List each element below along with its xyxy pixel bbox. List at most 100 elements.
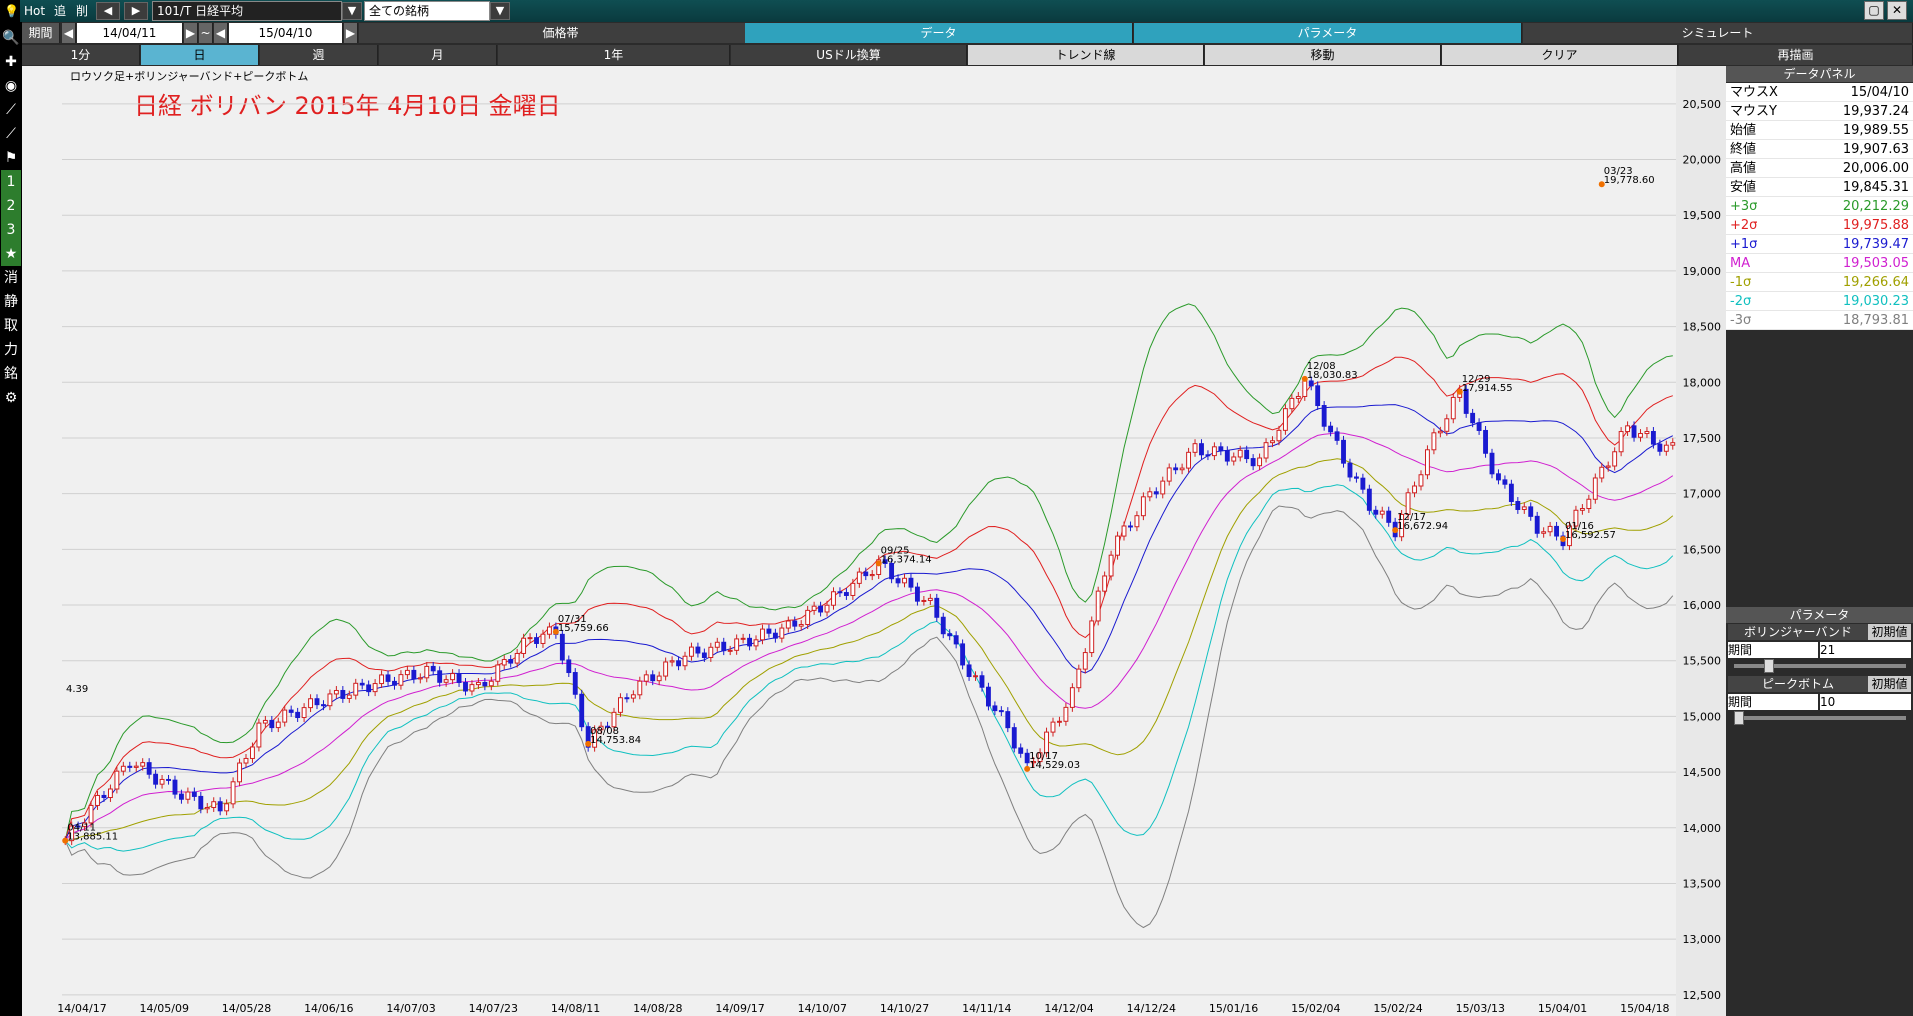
candle <box>663 661 669 677</box>
candle <box>1302 380 1308 397</box>
redraw-button[interactable]: 再描画 <box>1679 45 1913 65</box>
next-symbol-icon[interactable]: ▶ <box>124 2 148 20</box>
flag-icon[interactable]: ⚑ <box>1 146 21 170</box>
line-icon[interactable]: ⟋ <box>1 98 21 122</box>
search-icon[interactable]: 🔍 <box>1 26 21 50</box>
group-select[interactable]: 全ての銘柄 <box>364 1 490 21</box>
candle <box>1173 467 1179 471</box>
x-tick-label: 14/07/03 <box>386 1002 435 1015</box>
bb-label: ボリンジャーバンド <box>1728 624 1868 640</box>
gear-icon[interactable]: ⚙ <box>1 386 21 410</box>
date2-next-icon[interactable]: ▶ <box>344 23 358 43</box>
data-panel-row: 高値 20,006.00 <box>1726 159 1913 178</box>
candle <box>669 660 675 663</box>
bb-reset-button[interactable]: 初期値 <box>1868 624 1911 640</box>
candle <box>340 689 346 699</box>
static-icon[interactable]: 静 <box>1 290 21 314</box>
tab-monthly[interactable]: 月 <box>379 45 497 65</box>
bb-slider[interactable] <box>1734 659 1906 673</box>
tab-daily[interactable]: 日 <box>141 45 259 65</box>
line2-icon[interactable]: ⟋ <box>1 122 21 146</box>
candle <box>1211 446 1217 457</box>
bulb-icon[interactable]: 💡 <box>0 0 20 22</box>
candle <box>411 669 417 680</box>
candle <box>1605 465 1611 468</box>
pb-reset-button[interactable]: 初期値 <box>1868 676 1911 692</box>
power-icon[interactable]: 力 <box>1 338 21 362</box>
pb-slider[interactable] <box>1734 711 1906 725</box>
x-tick-label: 14/05/09 <box>140 1002 189 1015</box>
tab-weekly[interactable]: 週 <box>260 45 378 65</box>
symbol-field[interactable]: 101/T 日経平均 <box>152 1 342 21</box>
candle <box>1295 395 1301 399</box>
slot-3-icon[interactable]: 3 <box>1 218 21 242</box>
candle <box>1502 479 1508 485</box>
date-next-icon[interactable]: ▶ <box>184 23 198 43</box>
y-tick-label: 16,000 <box>1683 599 1722 612</box>
band-line <box>65 458 1674 842</box>
candle <box>1289 397 1295 410</box>
delete-button[interactable]: 削 <box>72 0 92 22</box>
peak-value: 17,914.55 <box>1462 383 1513 394</box>
candle <box>1625 425 1631 433</box>
candle <box>224 803 230 812</box>
tab-price-range[interactable]: 価格帯 <box>359 23 763 43</box>
pb-period-input[interactable]: 10 <box>1820 694 1911 710</box>
date-to-field[interactable]: 15/04/10 <box>229 23 343 43</box>
star-icon[interactable]: ★ <box>1 242 21 266</box>
tab-simulate[interactable]: シミュレート <box>1523 23 1913 43</box>
candle <box>230 781 236 805</box>
bb-period-input[interactable]: 21 <box>1820 642 1911 658</box>
pb-label: ピークボトム <box>1728 676 1868 692</box>
erase-icon[interactable]: 消 <box>1 266 21 290</box>
chevron-down-icon[interactable]: ▼ <box>342 2 362 20</box>
candle <box>392 680 397 686</box>
candle <box>740 637 746 640</box>
candle <box>1528 506 1534 517</box>
candle <box>372 683 378 693</box>
slot-2-icon[interactable]: 2 <box>1 194 21 218</box>
candle <box>843 592 849 596</box>
prev-symbol-icon[interactable]: ◀ <box>96 2 120 20</box>
group-chevron-down-icon[interactable]: ▼ <box>490 2 510 20</box>
stock-icon[interactable]: 銘 <box>1 362 21 386</box>
y-tick-label: 14,500 <box>1683 766 1722 779</box>
tab-data[interactable]: データ <box>745 23 1133 43</box>
tab-1min[interactable]: 1分 <box>22 45 140 65</box>
candle <box>643 674 649 682</box>
pb-slider-handle[interactable] <box>1734 711 1744 725</box>
maximize-icon[interactable]: ▢ <box>1864 1 1884 20</box>
date-prev-icon[interactable]: ◀ <box>62 23 76 43</box>
add-button[interactable]: 追 <box>50 0 70 22</box>
candle <box>979 675 985 688</box>
clear-button[interactable]: クリア <box>1442 45 1678 65</box>
candle <box>572 672 578 695</box>
tab-usd[interactable]: USドル換算 <box>731 45 967 65</box>
candle <box>1425 449 1430 476</box>
bb-slider-handle[interactable] <box>1764 659 1774 673</box>
chart-area[interactable]: ロウソク足+ボリンジャーバンド+ピークボトム 日経 ボリバン 2015年 4月1… <box>22 66 1726 1016</box>
y-tick-label: 19,000 <box>1683 265 1722 278</box>
candle <box>1483 429 1488 454</box>
trendline-button[interactable]: トレンド線 <box>968 45 1204 65</box>
slot-1-icon[interactable]: 1 <box>1 170 21 194</box>
date-from-field[interactable]: 14/04/11 <box>77 23 183 43</box>
candle <box>475 681 481 686</box>
close-icon[interactable]: ✕ <box>1887 1 1907 20</box>
take-icon[interactable]: 取 <box>1 314 21 338</box>
peak-value: 15,759.66 <box>558 623 609 634</box>
date2-prev-icon[interactable]: ◀ <box>214 23 228 43</box>
candle <box>1166 467 1172 482</box>
hot-button[interactable]: Hot <box>20 0 49 22</box>
candle <box>101 794 107 799</box>
tab-parameters[interactable]: パラメータ <box>1134 23 1522 43</box>
candle <box>766 628 772 634</box>
y-tick-label: 17,000 <box>1683 488 1722 501</box>
camera-icon[interactable]: ◉ <box>1 74 21 98</box>
move-button[interactable]: 移動 <box>1205 45 1441 65</box>
candle <box>747 637 753 647</box>
tab-1year[interactable]: 1年 <box>498 45 730 65</box>
candle <box>1670 442 1676 446</box>
crosshair-icon[interactable]: ✚ <box>1 50 21 74</box>
candle <box>818 605 824 613</box>
